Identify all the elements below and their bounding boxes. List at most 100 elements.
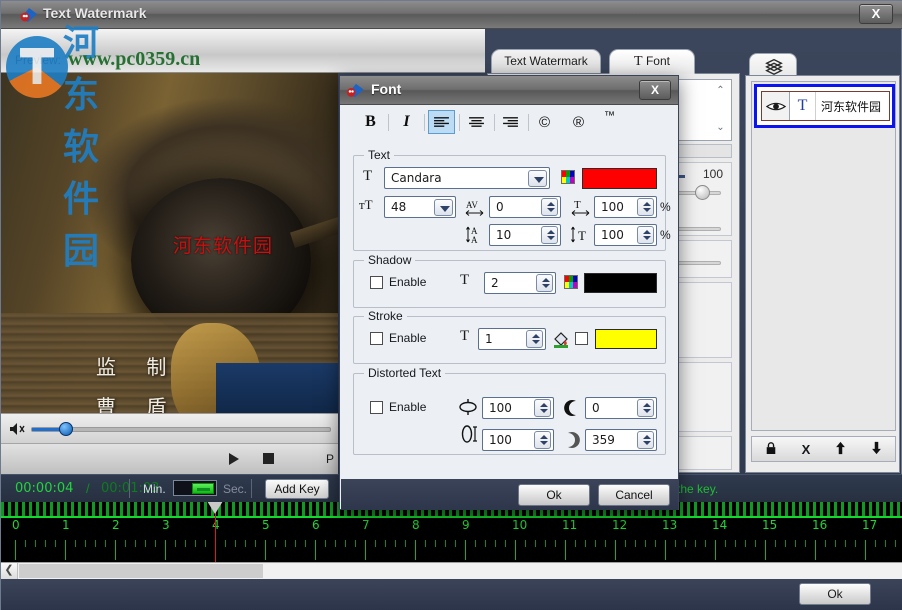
text-layer-type-icon: T (790, 92, 816, 120)
stroke-color-swatch[interactable] (595, 329, 657, 349)
timeline-tick-label: 6 (312, 518, 320, 532)
stroke-fill-checkbox[interactable] (575, 332, 588, 345)
timeline-tick-minor (635, 540, 636, 547)
color-palette-icon[interactable] (564, 275, 578, 289)
video-watermark-text[interactable]: 河东软件园 (173, 231, 273, 258)
move-up-button[interactable] (835, 441, 846, 458)
bold-button[interactable]: B (357, 110, 384, 134)
spinner-buttons[interactable] (534, 399, 551, 417)
secondary-slider-knob[interactable] (695, 185, 710, 200)
angle-start-spinner[interactable]: 0 (585, 397, 657, 419)
trademark-button[interactable]: ™ (596, 110, 623, 134)
timeline-playhead-handle[interactable] (207, 502, 223, 514)
layers-list[interactable]: T 河东软件园 (751, 81, 896, 431)
pause-label: P (326, 452, 334, 466)
delete-button[interactable]: X (802, 442, 811, 457)
tab-text-watermark[interactable]: Text Watermark (491, 49, 601, 74)
spinner-buttons[interactable] (536, 274, 553, 292)
preview-label: Preview: (15, 53, 61, 67)
spinner-buttons[interactable] (534, 431, 551, 449)
distorted-enable-checkbox[interactable] (370, 401, 383, 414)
close-icon[interactable]: X (859, 4, 893, 24)
timeline-tick-minor (205, 540, 206, 547)
volume-slider-knob[interactable] (59, 422, 73, 436)
spinner-buttons[interactable] (637, 399, 654, 417)
radius-y-spinner[interactable]: 100 (482, 429, 554, 451)
align-center-icon (468, 116, 485, 129)
lock-button[interactable] (765, 441, 777, 458)
timeline-tick-label: 5 (262, 518, 270, 532)
scrollbar-thumb[interactable] (19, 564, 263, 578)
registered-button[interactable]: ® (565, 110, 592, 134)
chevron-up-icon[interactable]: ⌃ (713, 83, 728, 98)
chevron-down-icon[interactable]: ⌄ (713, 120, 728, 135)
font-ok-button[interactable]: Ok (518, 484, 590, 506)
font-cancel-button[interactable]: Cancel (598, 484, 670, 506)
chevron-left-icon[interactable]: ❮ (1, 563, 18, 579)
shadow-size-spinner[interactable]: 2 (484, 272, 556, 294)
spinner-buttons[interactable] (637, 226, 654, 244)
close-icon[interactable]: X (639, 80, 671, 100)
timeline-tick-label: 3 (162, 518, 170, 532)
angle-end-spinner[interactable]: 359 (585, 429, 657, 451)
font-tab-icon: T (634, 54, 643, 69)
stop-icon[interactable] (263, 453, 274, 464)
tracking-spinner[interactable]: 0 (489, 196, 561, 218)
tab-layers[interactable] (749, 53, 797, 77)
shadow-color-swatch[interactable] (584, 273, 657, 293)
timeline-tick-label: 15 (762, 518, 777, 532)
timeline-tick-minor (785, 540, 786, 547)
speaker-mute-icon[interactable] (9, 421, 27, 437)
spinner-buttons[interactable] (637, 431, 654, 449)
align-center-button[interactable] (463, 110, 490, 134)
shadow-enable-row[interactable]: Enable (370, 275, 426, 289)
height-spinner[interactable]: 100 (594, 224, 657, 246)
color-palette-icon[interactable] (561, 170, 575, 184)
font-family-combo[interactable]: Candara (384, 167, 550, 189)
tab-font[interactable]: T Font (609, 49, 695, 74)
timeline-tick-major (315, 540, 316, 560)
timeline-tick-label: 9 (462, 518, 470, 532)
time-separator: / (86, 481, 90, 496)
spinner-buttons[interactable] (637, 198, 654, 216)
copyright-button[interactable]: © (531, 110, 558, 134)
timeline-tick-minor (555, 540, 556, 547)
align-right-button[interactable] (497, 110, 524, 134)
text-color-swatch[interactable] (582, 168, 657, 189)
timeline[interactable]: 01234567891011121314151617 (1, 502, 902, 562)
chevron-down-icon[interactable] (434, 199, 453, 216)
stroke-width-spinner[interactable]: 1 (478, 328, 546, 350)
radius-x-spinner[interactable]: 100 (482, 397, 554, 419)
align-left-button[interactable] (428, 110, 455, 134)
video-preview[interactable]: 河东软件园 监 制 曹 盾 (1, 73, 338, 413)
font-size-combo[interactable]: 48 (384, 196, 456, 218)
spinner-buttons[interactable] (541, 198, 558, 216)
stroke-enable-checkbox[interactable] (370, 332, 383, 345)
radius-y-value: 100 (489, 433, 512, 447)
timeline-tick-major (615, 540, 616, 560)
spinner-buttons[interactable] (541, 226, 558, 244)
spinner-buttons[interactable] (526, 330, 543, 348)
stroke-enable-row[interactable]: Enable (370, 331, 426, 345)
paint-bucket-icon[interactable] (552, 330, 570, 348)
play-icon[interactable] (229, 453, 239, 465)
shadow-enable-checkbox[interactable] (370, 276, 383, 289)
distorted-enable-row[interactable]: Enable (370, 400, 426, 414)
add-key-button[interactable]: Add Key (265, 479, 329, 499)
volume-slider[interactable] (31, 427, 331, 432)
main-ok-button[interactable]: Ok (799, 583, 871, 605)
list-item[interactable]: T 河东软件园 (761, 91, 890, 121)
timeline-tick-minor (725, 540, 726, 547)
divider (251, 479, 252, 498)
timeline-scrollbar[interactable]: ❮ (1, 562, 902, 579)
chevron-down-icon[interactable] (528, 170, 547, 187)
leading-value: 10 (496, 228, 511, 242)
eye-icon[interactable] (762, 92, 790, 120)
min-sec-toggle[interactable] (173, 480, 217, 496)
timeline-tick-minor (275, 540, 276, 547)
leading-spinner[interactable]: 10 (489, 224, 561, 246)
move-down-button[interactable] (871, 441, 882, 458)
stroke-group-legend: Stroke (364, 309, 407, 323)
italic-button[interactable]: I (393, 110, 420, 134)
width-spinner[interactable]: 100 (594, 196, 657, 218)
